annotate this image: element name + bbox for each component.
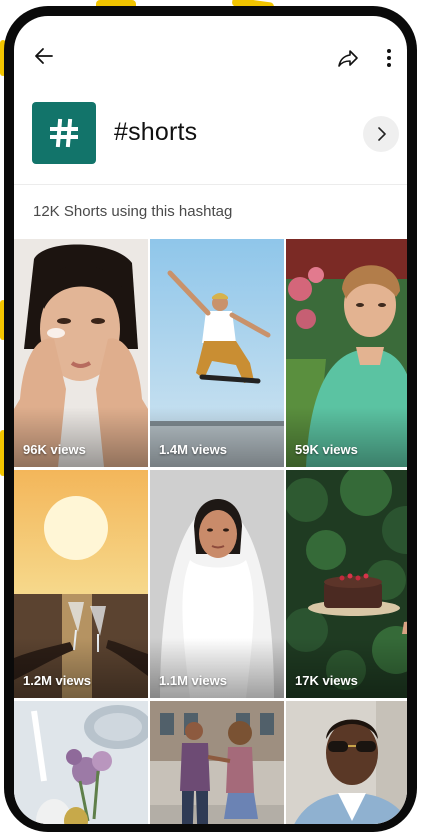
back-button[interactable] [26,38,62,74]
thumbnail-shade [286,407,407,467]
short-image-couple [150,701,284,824]
short-views: 1.1M views [159,673,227,688]
stage: #shorts 12K Shorts using this hashtag 96… [0,0,421,834]
share-button[interactable] [330,40,366,76]
hashtag-header: #shorts [14,96,407,176]
thumbnail-shade [286,638,407,698]
short-thumbnail[interactable]: 1.4M views [150,239,284,467]
shorts-grid: 96K views 1.4M views 59K views 1.2M view… [14,239,407,824]
chevron-right-icon [378,127,386,141]
short-thumbnail[interactable]: 17K views [286,470,407,698]
hashtag-tile [32,102,96,164]
header-divider [14,184,407,185]
short-image-flowers [14,701,148,824]
arrow-left-icon [35,48,53,64]
short-thumbnail[interactable]: 1.2M views [14,470,148,698]
short-image-sunglasses [286,701,407,824]
short-thumbnail[interactable] [286,701,407,824]
thumbnail-shade [150,407,284,467]
short-thumbnail[interactable]: 1.1M views [150,470,284,698]
short-thumbnail[interactable]: 59K views [286,239,407,467]
thumbnail-shade [14,638,148,698]
short-thumbnail[interactable] [150,701,284,824]
top-bar [14,16,407,96]
short-thumbnail[interactable] [14,701,148,824]
share-icon [338,50,358,67]
short-views: 59K views [295,442,358,457]
short-views: 17K views [295,673,358,688]
phone-screen: #shorts 12K Shorts using this hashtag 96… [14,16,407,824]
shorts-count: 12K Shorts using this hashtag [33,203,233,220]
open-hashtag-button[interactable] [363,116,399,152]
thumbnail-shade [14,407,148,467]
more-vertical-icon [387,49,391,67]
short-views: 96K views [23,442,86,457]
more-options-button[interactable] [371,40,407,76]
hashtag-title: #shorts [114,118,198,146]
short-thumbnail[interactable]: 96K views [14,239,148,467]
short-views: 1.2M views [23,673,91,688]
phone-frame: #shorts 12K Shorts using this hashtag 96… [4,6,417,832]
hash-icon [50,118,78,148]
thumbnail-shade [150,638,284,698]
short-views: 1.4M views [159,442,227,457]
